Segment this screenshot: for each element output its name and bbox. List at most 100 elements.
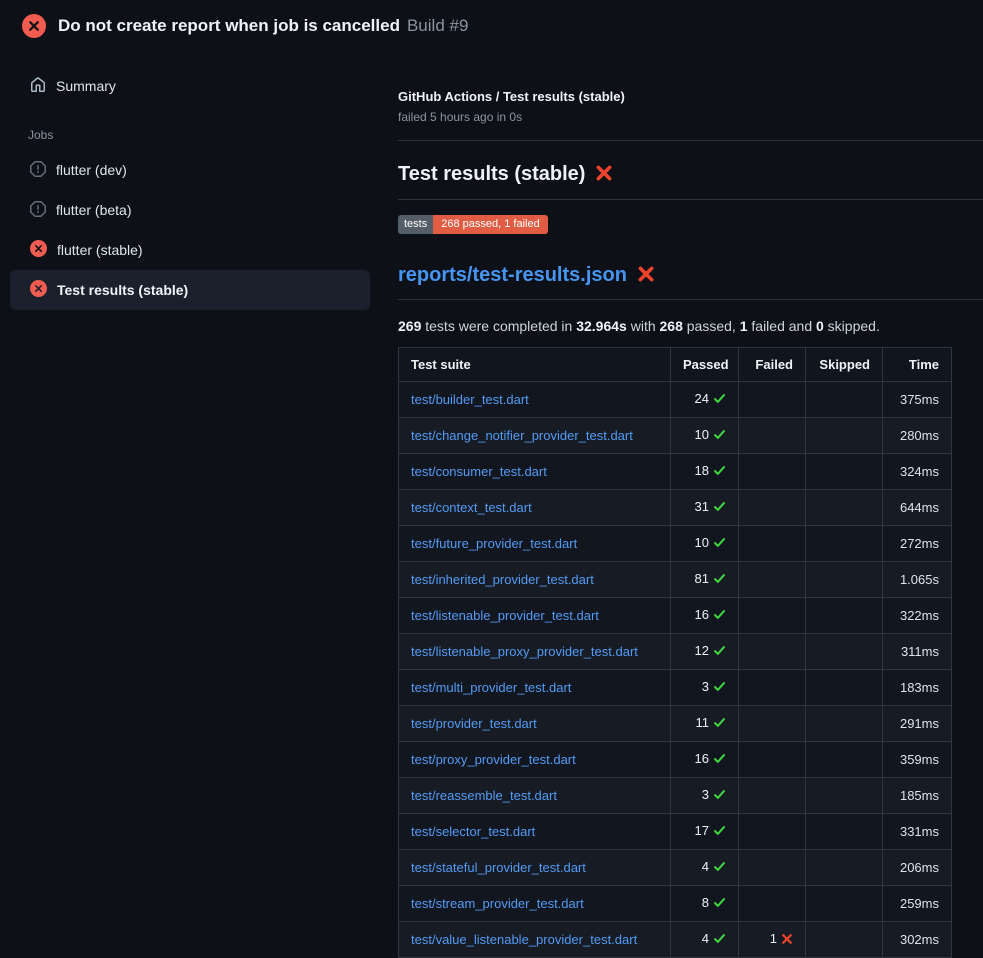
test-suite-link[interactable]: test/proxy_provider_test.dart (411, 752, 576, 767)
test-suite-link[interactable]: test/consumer_test.dart (411, 464, 547, 479)
check-status-line: failed 5 hours ago in 0s (398, 110, 983, 124)
failed-cell (739, 814, 806, 850)
test-suite-link[interactable]: test/change_notifier_provider_test.dart (411, 428, 633, 443)
check-icon (713, 391, 726, 410)
sidebar-item-test-results-stable[interactable]: Test results (stable) (10, 270, 370, 310)
col-passed: Passed (671, 348, 739, 382)
failed-cell (739, 742, 806, 778)
skipped-cell (806, 454, 883, 490)
test-suite-link[interactable]: test/context_test.dart (411, 500, 532, 515)
test-suite-link[interactable]: test/stream_provider_test.dart (411, 896, 584, 911)
test-suite-link[interactable]: test/builder_test.dart (411, 392, 529, 407)
skipped-cell (806, 814, 883, 850)
table-row: test/inherited_provider_test.dart 81 1.0… (399, 562, 952, 598)
check-icon (713, 463, 726, 482)
skipped-cell (806, 778, 883, 814)
col-failed: Failed (739, 348, 806, 382)
passed-cell: 8 (671, 886, 739, 922)
test-suite-link[interactable]: test/inherited_provider_test.dart (411, 572, 594, 587)
home-icon (30, 77, 46, 96)
table-row: test/provider_test.dart 11 291ms (399, 706, 952, 742)
passed-cell: 16 (671, 742, 739, 778)
skipped-cell (806, 922, 883, 958)
passed-cell: 10 (671, 526, 739, 562)
time-cell: 259ms (883, 886, 952, 922)
check-icon (713, 535, 726, 554)
report-file-link[interactable]: reports/test-results.json (398, 264, 627, 286)
test-suite-link[interactable]: test/listenable_proxy_provider_test.dart (411, 644, 638, 659)
table-row: test/context_test.dart 31 644ms (399, 490, 952, 526)
time-cell: 183ms (883, 670, 952, 706)
x-circle-icon (30, 280, 47, 300)
failed-cell (739, 598, 806, 634)
sidebar-item-summary[interactable]: Summary (10, 66, 370, 106)
col-time: Time (883, 348, 952, 382)
time-cell: 331ms (883, 814, 952, 850)
failed-cell (739, 418, 806, 454)
sidebar-item-flutter-stable[interactable]: flutter (stable) (10, 230, 370, 270)
check-icon (713, 895, 726, 914)
sidebar-item-flutter-dev[interactable]: flutter (dev) (10, 150, 370, 190)
check-icon (713, 499, 726, 518)
badge-label: tests (398, 215, 433, 234)
check-icon (713, 643, 726, 662)
passed-cell: 3 (671, 778, 739, 814)
summary-label: Summary (56, 78, 116, 94)
sidebar-item-flutter-beta[interactable]: flutter (beta) (10, 190, 370, 230)
table-header-row: Test suite Passed Failed Skipped Time (399, 348, 952, 382)
check-breadcrumb: GitHub Actions / Test results (stable) (398, 89, 983, 104)
x-circle-icon (30, 240, 47, 260)
github-check-page: Do not create report when job is cancell… (0, 0, 983, 958)
time-cell: 280ms (883, 418, 952, 454)
failed-cell (739, 706, 806, 742)
failed-cell (739, 886, 806, 922)
test-suite-link[interactable]: test/listenable_provider_test.dart (411, 608, 599, 623)
failed-cell (739, 454, 806, 490)
skipped-cell (806, 382, 883, 418)
check-icon (713, 823, 726, 842)
header-divider (398, 140, 983, 141)
table-row: test/stream_provider_test.dart 8 259ms (399, 886, 952, 922)
table-row: test/value_listenable_provider_test.dart… (399, 922, 952, 958)
test-suite-link[interactable]: test/selector_test.dart (411, 824, 535, 839)
test-suite-link[interactable]: test/stateful_provider_test.dart (411, 860, 586, 875)
skipped-cell (806, 850, 883, 886)
skipped-cell (806, 598, 883, 634)
badge-value: 268 passed, 1 failed (433, 215, 547, 234)
test-suite-link[interactable]: test/reassemble_test.dart (411, 788, 557, 803)
test-suite-link[interactable]: test/future_provider_test.dart (411, 536, 577, 551)
failed-cell (739, 634, 806, 670)
passed-cell: 17 (671, 814, 739, 850)
failed-cell: 1 (739, 922, 806, 958)
main-content: GitHub Actions / Test results (stable) f… (380, 52, 983, 958)
passed-cell: 31 (671, 490, 739, 526)
stop-exclamation-icon (30, 161, 46, 180)
check-icon (713, 751, 726, 770)
time-cell: 272ms (883, 526, 952, 562)
sidebar: Summary Jobs flutter (dev) flutter (beta… (0, 52, 380, 310)
failed-cell (739, 850, 806, 886)
skipped-cell (806, 490, 883, 526)
passed-cell: 81 (671, 562, 739, 598)
table-row: test/stateful_provider_test.dart 4 206ms (399, 850, 952, 886)
test-suite-link[interactable]: test/multi_provider_test.dart (411, 680, 571, 695)
check-icon (713, 679, 726, 698)
table-row: test/proxy_provider_test.dart 16 359ms (399, 742, 952, 778)
build-number: Build #9 (407, 16, 468, 35)
failed-cell (739, 382, 806, 418)
passed-cell: 10 (671, 418, 739, 454)
skipped-cell (806, 670, 883, 706)
time-cell: 322ms (883, 598, 952, 634)
stop-exclamation-icon (30, 201, 46, 220)
test-suite-link[interactable]: test/provider_test.dart (411, 716, 537, 731)
table-row: test/multi_provider_test.dart 3 183ms (399, 670, 952, 706)
passed-cell: 18 (671, 454, 739, 490)
table-row: test/listenable_proxy_provider_test.dart… (399, 634, 952, 670)
test-suite-link[interactable]: test/value_listenable_provider_test.dart (411, 932, 637, 947)
x-icon (595, 164, 613, 188)
failed-cell (739, 778, 806, 814)
table-row: test/builder_test.dart 24 375ms (399, 382, 952, 418)
summary-text: 269 tests were completed in 32.964s with… (398, 318, 983, 334)
failed-cell (739, 526, 806, 562)
check-icon (713, 787, 726, 806)
